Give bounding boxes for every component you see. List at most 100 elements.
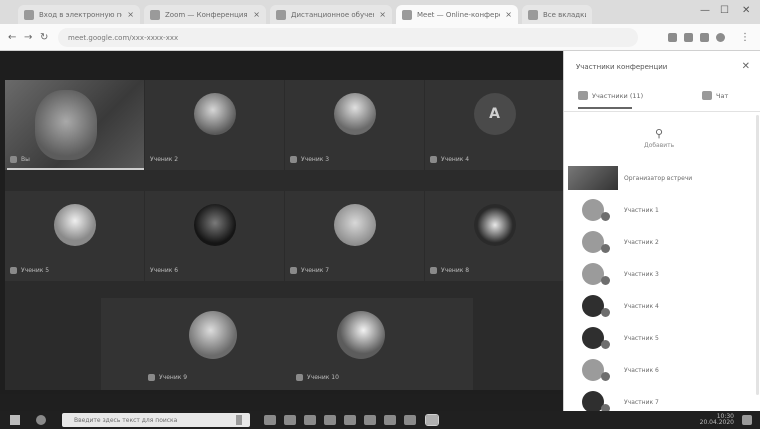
- close-icon[interactable]: ×: [505, 10, 512, 19]
- list-item[interactable]: Участник 5: [564, 323, 760, 353]
- tile-name-label: Ученик 10: [296, 374, 339, 381]
- close-icon[interactable]: ✕: [742, 61, 750, 72]
- mic-icon: [601, 276, 610, 285]
- participant-avatar: [582, 295, 610, 317]
- participant-avatar: [582, 199, 610, 221]
- video-tile[interactable]: Ученик 7: [285, 191, 424, 281]
- mic-off-icon: [148, 374, 155, 381]
- list-item[interactable]: Участник 2: [564, 227, 760, 257]
- extension-icon[interactable]: [684, 33, 693, 42]
- forward-icon[interactable]: →: [24, 32, 32, 43]
- close-icon[interactable]: ×: [127, 10, 134, 19]
- tile-name-label: Ученик 9: [148, 374, 187, 381]
- add-participant-button[interactable]: ⚲ Добавить: [644, 127, 674, 149]
- video-tile[interactable]: Ученик 9: [143, 298, 282, 388]
- tile-name-label: Вы: [10, 156, 30, 163]
- tab-favicon-icon: [150, 9, 160, 20]
- taskbar-app-icon[interactable]: [364, 415, 376, 425]
- taskbar-browser-icon[interactable]: [425, 414, 439, 426]
- video-grid: Вы Ученик 2 Ученик 3 А Ученик 4 Ученик 5…: [5, 80, 564, 390]
- add-person-icon: ⚲: [654, 127, 664, 140]
- participant-avatar: [582, 359, 610, 381]
- meeting-stage: Вы Ученик 2 Ученик 3 А Ученик 4 Ученик 5…: [0, 51, 564, 394]
- tab-favicon-icon: [528, 9, 538, 20]
- menu-icon[interactable]: ⋮: [740, 32, 750, 43]
- active-tab-indicator: [578, 107, 632, 109]
- extension-icon[interactable]: [700, 33, 709, 42]
- tab-people[interactable]: Участники (11): [578, 91, 643, 100]
- participant-avatar: [582, 327, 610, 349]
- participants-panel: Участники конференции ✕ Участники (11) Ч…: [563, 51, 760, 414]
- tile-name-label: Ученик 8: [430, 267, 469, 274]
- list-item[interactable]: Участник 1: [564, 195, 760, 225]
- chat-icon: [702, 91, 712, 100]
- tile-name-label: Ученик 4: [430, 156, 469, 163]
- minimize-icon[interactable]: —: [700, 5, 710, 16]
- video-tile[interactable]: Ученик 8: [425, 191, 564, 281]
- reload-icon[interactable]: ↻: [40, 32, 48, 43]
- list-item[interactable]: Организатор встречи: [564, 163, 760, 193]
- tile-name-label: Ученик 2: [150, 156, 179, 163]
- close-icon[interactable]: ×: [253, 10, 260, 19]
- browser-tab-2[interactable]: Zoom — Конференция ×: [144, 5, 266, 24]
- tab-favicon-icon: [402, 9, 412, 20]
- video-tile[interactable]: Ученик 5: [5, 191, 144, 281]
- tile-name-label: Ученик 3: [290, 156, 329, 163]
- taskbar-app-icon[interactable]: [384, 415, 396, 425]
- tab-chat[interactable]: Чат: [702, 91, 728, 100]
- system-clock[interactable]: 10:30 20.04.2020: [700, 414, 734, 426]
- mic-off-icon: [290, 156, 297, 163]
- participant-avatar: [193, 93, 236, 135]
- microphone-icon[interactable]: [236, 415, 242, 425]
- taskbar-app-icon[interactable]: [284, 415, 296, 425]
- taskbar-app-icon[interactable]: [324, 415, 336, 425]
- tile-name-label: Ученик 6: [150, 267, 179, 274]
- browser-tab-3[interactable]: Дистанционное обучение — Онлайн×: [270, 5, 392, 24]
- task-view-icon[interactable]: [264, 415, 276, 425]
- taskbar-search-input[interactable]: Введите здесь текст для поиска: [62, 413, 250, 427]
- browser-tab-1[interactable]: Вход в электронную почту — Почта Mail.ru…: [18, 5, 140, 24]
- browser-tab-4[interactable]: Meet — Online-конференция×: [396, 5, 518, 24]
- participant-avatar-letter: А: [473, 93, 516, 135]
- mic-off-icon: [430, 267, 437, 274]
- browser-tab-5[interactable]: Все вкладки: [522, 5, 592, 24]
- profile-avatar-icon[interactable]: [716, 33, 725, 42]
- mic-icon: [601, 308, 610, 317]
- list-item[interactable]: Участник 4: [564, 291, 760, 321]
- video-tile[interactable]: Ученик 3: [285, 80, 424, 170]
- back-icon[interactable]: ←: [8, 32, 16, 43]
- video-tile[interactable]: Ученик 2: [145, 80, 284, 170]
- close-icon[interactable]: ×: [379, 10, 386, 19]
- divider: [564, 111, 760, 112]
- mic-off-icon: [10, 267, 17, 274]
- address-bar: ← → ↻ meet.google.com/xxx-xxxx-xxx ⋮: [0, 24, 760, 51]
- close-window-icon[interactable]: ✕: [742, 5, 750, 16]
- taskbar-app-icon[interactable]: [344, 415, 356, 425]
- extension-icon[interactable]: [668, 33, 677, 42]
- tab-favicon-icon: [276, 9, 286, 20]
- participant-avatar: [336, 311, 385, 359]
- scrollbar[interactable]: [756, 115, 759, 395]
- list-item[interactable]: Участник 6: [564, 355, 760, 385]
- people-icon: [578, 91, 588, 100]
- cortana-icon[interactable]: [36, 415, 46, 425]
- taskbar-app-icon[interactable]: [304, 415, 316, 425]
- self-video-tile[interactable]: Вы: [5, 80, 144, 170]
- taskbar: Введите здесь текст для поиска 10:30 20.0…: [0, 411, 760, 429]
- maximize-icon[interactable]: ☐: [720, 5, 729, 16]
- participant-avatar: [582, 231, 610, 253]
- video-tile[interactable]: А Ученик 4: [425, 80, 564, 170]
- speaking-indicator: [7, 168, 144, 170]
- url-field[interactable]: meet.google.com/xxx-xxxx-xxx: [58, 28, 638, 47]
- notification-icon[interactable]: [742, 415, 752, 425]
- start-icon[interactable]: [10, 415, 20, 425]
- mic-off-icon: [430, 156, 437, 163]
- tile-name-label: Ученик 7: [290, 267, 329, 274]
- video-tile[interactable]: Ученик 10: [291, 298, 430, 388]
- taskbar-app-icon[interactable]: [404, 415, 416, 425]
- video-tile[interactable]: Ученик 6: [145, 191, 284, 281]
- participant-avatar: [582, 263, 610, 285]
- participant-avatar: [473, 204, 516, 246]
- list-item[interactable]: Участник 3: [564, 259, 760, 289]
- camera-face: [35, 90, 97, 160]
